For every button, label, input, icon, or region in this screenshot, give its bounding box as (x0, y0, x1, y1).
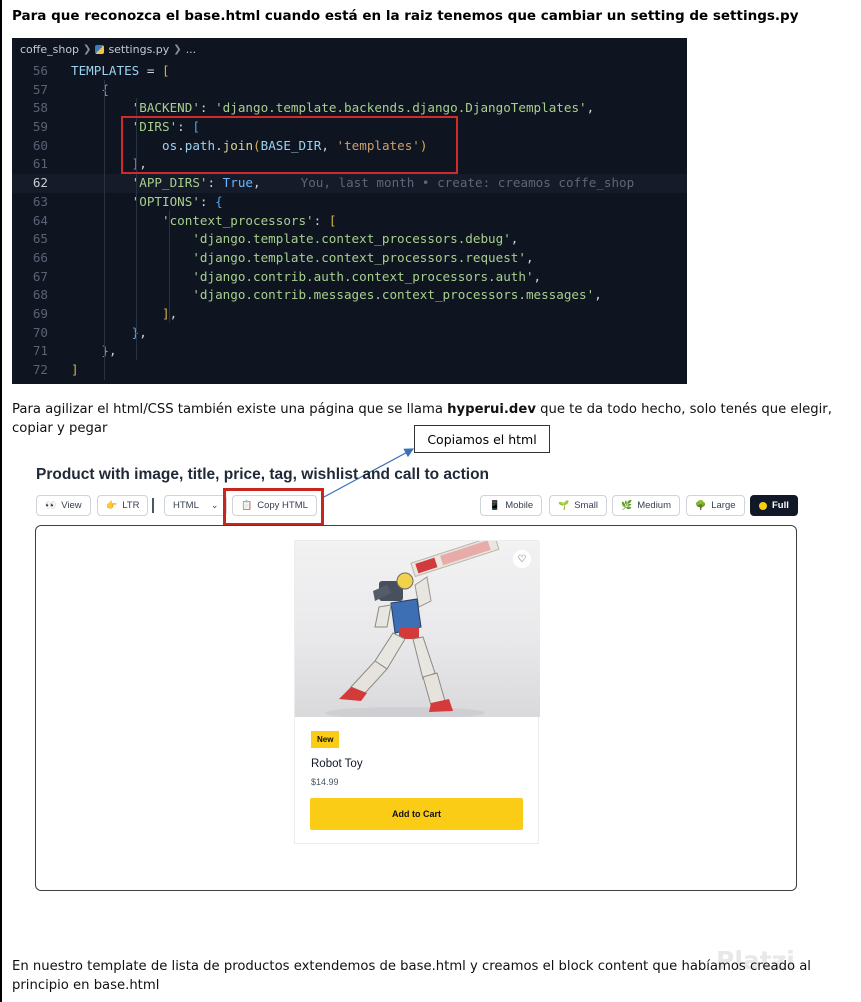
add-to-cart-button[interactable]: Add to Cart (310, 798, 523, 830)
chevron-right-icon: ❯ (173, 43, 182, 55)
code-line: 72] (32, 362, 79, 377)
wishlist-heart-icon[interactable]: ♡ (513, 550, 531, 568)
page-left-border (0, 0, 2, 1002)
code-line: 64 'context_processors': [ (32, 212, 337, 228)
medium-breakpoint-button[interactable]: 🌿 Medium (612, 495, 681, 516)
large-breakpoint-button[interactable]: 🌳 Large (686, 495, 745, 516)
breadcrumb-folder[interactable]: coffe_shop (20, 43, 79, 56)
breadcrumb-file[interactable]: settings.py (108, 43, 169, 56)
new-badge: New (311, 731, 340, 748)
product-price: $14.99 (311, 777, 339, 787)
ltr-button[interactable]: 👉 LTR (97, 495, 149, 516)
html-select[interactable]: HTML ⌄ (164, 495, 228, 516)
dirs-highlight-box (121, 116, 458, 174)
indent-guide (104, 80, 105, 380)
code-line-active: 62 'APP_DIRS': True, You, last month • cr… (12, 174, 687, 193)
mobile-breakpoint-button[interactable]: 📱 Mobile (480, 495, 543, 516)
code-line: 63 'OPTIONS': { (32, 193, 223, 209)
robot-toy-illustration (325, 541, 500, 717)
code-line: 65 'django.template.context_processors.d… (32, 231, 519, 247)
yellow-dot-icon (759, 501, 767, 510)
full-breakpoint-button[interactable]: Full (750, 495, 798, 516)
chevron-down-icon: ⌄ (210, 500, 219, 510)
product-name: Robot Toy (311, 758, 363, 770)
phone-icon: 📱 (489, 500, 501, 510)
code-line: 71 }, (32, 343, 117, 359)
chevron-right-icon: ❯ (83, 43, 92, 55)
pointing-hand-icon: 👉 (106, 500, 118, 510)
callout-box: Copiamos el html (414, 425, 550, 453)
code-line: 68 'django.contrib.messages.context_proc… (32, 287, 602, 303)
doc-heading: Para que reconozca el base.html cuando e… (12, 8, 799, 24)
hyperui-component-title: Product with image, title, price, tag, w… (36, 466, 490, 483)
code-line: 69 ], (32, 305, 178, 321)
breadcrumb-more[interactable]: ... (186, 43, 197, 56)
herb-icon: 🌿 (621, 500, 633, 510)
code-line: 56 TEMPLATES = [ (32, 63, 170, 78)
code-line: 70 }, (32, 324, 147, 340)
indent-guide (169, 210, 170, 322)
code-line: 67 'django.contrib.auth.context_processo… (32, 268, 542, 284)
small-breakpoint-button[interactable]: 🌱 Small (549, 495, 607, 516)
code-line: 66 'django.template.context_processors.r… (32, 249, 534, 265)
copy-html-highlight-box (223, 488, 324, 526)
code-line: 57 { (32, 81, 109, 97)
product-card[interactable]: ♡ New Robot Toy $14.99 Add to Cart (294, 540, 540, 844)
product-image: ♡ (295, 541, 540, 717)
paragraph-template: En nuestro template de lista de producto… (12, 959, 811, 993)
toolbar-divider (152, 498, 154, 513)
eyes-icon: 👀 (45, 500, 57, 510)
python-file-icon (95, 44, 105, 54)
editor-breadcrumb: coffe_shop ❯ settings.py ❯ ... (12, 38, 687, 60)
git-blame-annotation: You, last month • create: creamos coffe_… (300, 175, 635, 191)
code-area[interactable]: 56 TEMPLATES = [ 57 { 58 'BACKEND': 'djan… (12, 60, 687, 380)
hyperui-link-text: hyperui.dev (447, 402, 536, 417)
view-button[interactable]: 👀 View (36, 495, 91, 516)
tree-icon: 🌳 (695, 500, 707, 510)
code-editor: coffe_shop ❯ settings.py ❯ ... 56 TEMPLAT… (12, 38, 687, 384)
plant-icon: 🌱 (558, 500, 570, 510)
